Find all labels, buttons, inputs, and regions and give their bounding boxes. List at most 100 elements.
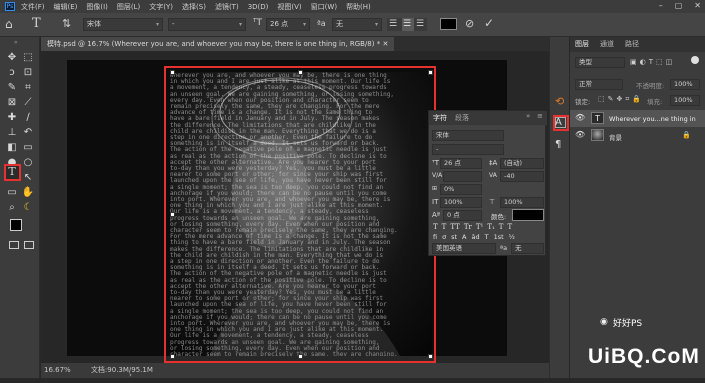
discretionary-ligature-button[interactable]: st <box>451 233 457 243</box>
layer-name[interactable]: 背景 <box>609 132 622 142</box>
zoom-tool-icon[interactable]: ⌕ <box>5 201 19 215</box>
font-size-select[interactable]: 26 点 ▾ <box>266 18 310 31</box>
type-tool-preset-icon[interactable]: T <box>32 16 41 31</box>
char-tracking[interactable]: -40 <box>500 171 544 182</box>
status-arrow-icon[interactable]: › <box>129 368 132 383</box>
panel-collapse-icon[interactable]: » <box>526 112 530 120</box>
quick-mask-icon[interactable] <box>9 241 19 249</box>
frame-tool-icon[interactable]: ⊠ <box>5 96 19 110</box>
all-caps-button[interactable]: TT <box>450 223 459 233</box>
char-color-swatch[interactable] <box>512 209 544 221</box>
menu-image[interactable]: 图像(I) <box>86 2 108 12</box>
paragraph-panel-icon[interactable]: ¶ <box>555 139 561 150</box>
brush-tool-icon[interactable]: ∕ <box>21 111 35 125</box>
cancel-icon[interactable]: ⊘ <box>465 17 474 30</box>
tab-channels[interactable]: 通道 <box>600 37 614 52</box>
menu-type[interactable]: 文字(Y) <box>149 2 173 12</box>
clone-stamp-tool-icon[interactable]: ⊥ <box>5 126 19 140</box>
tab-close-icon[interactable]: ✕ <box>382 40 388 48</box>
hand-tool-icon[interactable]: ✋ <box>21 186 35 200</box>
minimize-icon[interactable]: – <box>659 1 663 10</box>
close-icon[interactable]: ✕ <box>694 1 701 10</box>
anti-alias-select[interactable]: 无 ▾ <box>332 18 382 31</box>
menu-edit[interactable]: 编辑(E) <box>54 2 78 12</box>
lock-icons[interactable]: ⬚✎✥⌗🔒 <box>598 95 644 104</box>
opacity-field[interactable]: 100% <box>670 79 700 90</box>
eraser-tool-icon[interactable]: ◧ <box>5 141 19 155</box>
char-font-size[interactable]: 26 点 <box>440 158 482 169</box>
layer-filter-icons[interactable]: ▣◐T⬚◫ <box>630 58 675 66</box>
char-font-style[interactable]: - <box>432 144 504 155</box>
text-orientation-icon[interactable]: ⇅ <box>62 17 71 30</box>
underline-button[interactable]: T <box>499 223 504 233</box>
maximize-icon[interactable]: ▢ <box>675 1 683 10</box>
transform-handle[interactable] <box>170 70 175 75</box>
transform-handle[interactable] <box>298 70 303 75</box>
char-anti-alias[interactable]: 无 <box>511 243 544 254</box>
layer-name[interactable]: Wherever you...ne thing in <box>609 115 696 123</box>
menu-filter[interactable]: 滤镜(T) <box>215 2 239 12</box>
artboard-tool-icon[interactable]: ⬚ <box>21 51 35 65</box>
menu-window[interactable]: 窗口(W) <box>311 2 337 12</box>
panel-menu-icon[interactable]: ≡ <box>537 112 543 120</box>
edit-toolbar-icon[interactable]: ☾ <box>21 201 35 215</box>
screen-mode-icon[interactable] <box>24 241 34 249</box>
char-leading[interactable]: (自动) <box>500 158 544 169</box>
visibility-eye-icon[interactable]: 👁 <box>575 113 585 122</box>
transform-handle[interactable] <box>170 354 175 359</box>
strikethrough-button[interactable]: T <box>507 223 512 233</box>
alt-ligature-button[interactable]: ơ <box>442 233 446 243</box>
history-brush-tool-icon[interactable]: ↶ <box>21 126 35 140</box>
char-horizontal-scale[interactable]: 100% <box>500 197 544 208</box>
titling-button[interactable]: T <box>485 233 489 243</box>
text-color-swatch[interactable] <box>440 18 457 30</box>
transform-handle[interactable] <box>428 70 433 75</box>
collapse-icon[interactable]: » <box>14 39 18 46</box>
home-icon[interactable]: ⌂ <box>5 17 13 31</box>
tab-layers[interactable]: 图层 <box>575 37 589 52</box>
tab-character[interactable]: 字符 <box>433 113 447 123</box>
tab-paths[interactable]: 路径 <box>625 37 639 52</box>
transform-handle[interactable] <box>298 354 303 359</box>
subscript-button[interactable]: T₁ <box>487 223 494 233</box>
eyedropper-tool-icon[interactable]: ⟋ <box>21 96 35 110</box>
menu-select[interactable]: 选择(S) <box>182 2 206 12</box>
dodge-tool-icon[interactable]: ○ <box>21 156 35 170</box>
history-panel-icon[interactable]: ⟲ <box>555 95 564 108</box>
type-tool-icon[interactable]: T <box>5 165 19 179</box>
lasso-tool-icon[interactable]: ↄ <box>5 66 19 80</box>
ordinals-button[interactable]: 1st <box>494 233 504 243</box>
zoom-level[interactable]: 16.67% <box>44 366 71 374</box>
healing-brush-tool-icon[interactable]: ✚ <box>5 111 19 125</box>
crop-tool-icon[interactable]: ⌗ <box>21 81 35 95</box>
move-tool-icon[interactable]: ✥ <box>5 51 19 65</box>
filter-toggle-icon[interactable] <box>691 56 699 64</box>
fill-field[interactable]: 100% <box>670 95 700 106</box>
rectangle-tool-icon[interactable]: ▭ <box>5 186 19 200</box>
menu-help[interactable]: 帮助(H) <box>346 2 371 12</box>
menu-layer[interactable]: 图层(L) <box>117 2 140 12</box>
object-select-tool-icon[interactable]: ⊡ <box>21 66 35 80</box>
char-baseline-shift[interactable]: 0 点 <box>443 210 482 221</box>
char-vertical-scale[interactable]: 100% <box>440 197 482 208</box>
menu-3d[interactable]: 3D(D) <box>248 3 269 11</box>
char-language[interactable]: 美国英语 <box>432 243 496 254</box>
menu-file[interactable]: 文件(F) <box>21 2 45 12</box>
char-tsume[interactable]: 0% <box>440 184 482 195</box>
faux-italic-button[interactable]: T <box>442 223 447 233</box>
foreground-color-swatch[interactable] <box>10 219 22 231</box>
transform-handle[interactable] <box>428 354 433 359</box>
tab-paragraph[interactable]: 段落 <box>455 113 469 123</box>
small-caps-button[interactable]: Tr <box>464 223 472 233</box>
fractions-button[interactable]: ½ <box>509 233 515 243</box>
gradient-tool-icon[interactable]: ▭ <box>21 141 35 155</box>
quick-select-tool-icon[interactable]: ✎ <box>5 81 19 95</box>
align-left-icon[interactable]: ☰ <box>389 19 397 29</box>
font-family-select[interactable]: 宋体 ▾ <box>83 18 163 31</box>
path-select-tool-icon[interactable]: ↖ <box>21 171 35 185</box>
align-center-icon[interactable]: ☰ <box>403 19 411 29</box>
faux-bold-button[interactable]: T <box>433 223 438 233</box>
swash-button[interactable]: A <box>462 233 466 243</box>
ligature-button[interactable]: fi <box>433 233 437 243</box>
character-panel-icon[interactable]: A <box>555 117 562 128</box>
